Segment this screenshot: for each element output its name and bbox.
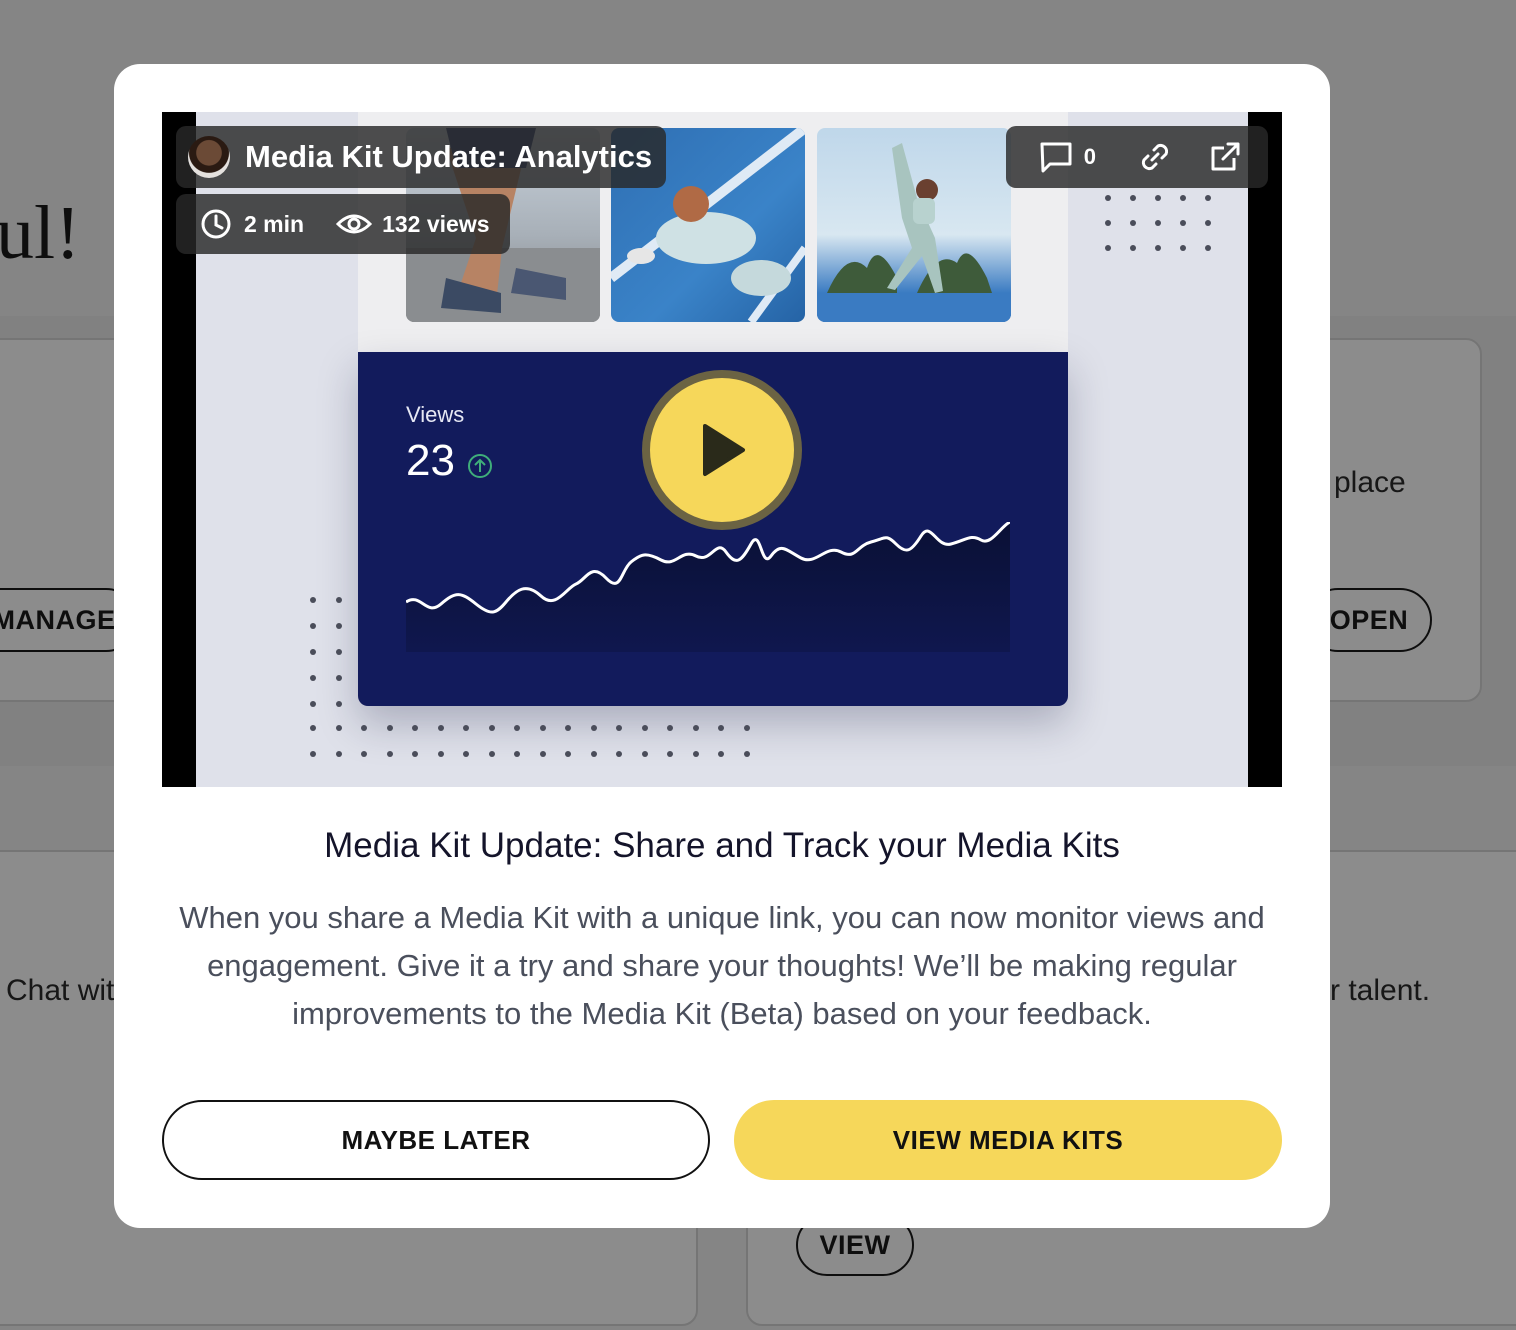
external-link-icon[interactable] (1208, 140, 1242, 174)
play-icon (703, 424, 745, 476)
eye-icon (336, 214, 373, 234)
decorative-dots (1105, 195, 1211, 251)
comment-count: 0 (1083, 144, 1096, 169)
video-player[interactable]: Views 23 Media Kit Update: Analytics 2 m… (162, 112, 1282, 787)
announcement-modal: Views 23 Media Kit Update: Analytics 2 m… (114, 64, 1330, 1228)
view-media-kits-button[interactable]: VIEW MEDIA KITS (734, 1100, 1282, 1180)
video-duration: 2 min (244, 210, 305, 237)
clock-icon (201, 209, 231, 239)
video-actions-chip: 0 (1005, 126, 1268, 188)
play-button[interactable] (642, 370, 802, 530)
decorative-dots (310, 597, 750, 757)
video-title: Media Kit Update: Analytics (245, 139, 653, 174)
dashboard-views-label: Views (406, 402, 465, 427)
link-icon[interactable] (1138, 140, 1172, 174)
modal-body: When you share a Media Kit with a unique… (179, 900, 1265, 1031)
video-views: 132 views (382, 210, 490, 237)
comment-icon[interactable] (1038, 139, 1074, 175)
photo-yoga (817, 128, 1011, 322)
video-meta-chip: 2 min 132 views (176, 194, 510, 254)
dashboard-views-value: 23 (406, 436, 455, 485)
video-title-chip[interactable]: Media Kit Update: Analytics (176, 126, 667, 188)
maybe-later-button[interactable]: MAYBE LATER (162, 1100, 710, 1180)
arrow-up-icon (468, 454, 492, 478)
avatar (188, 136, 230, 178)
modal-title: Media Kit Update: Share and Track your M… (324, 826, 1120, 865)
